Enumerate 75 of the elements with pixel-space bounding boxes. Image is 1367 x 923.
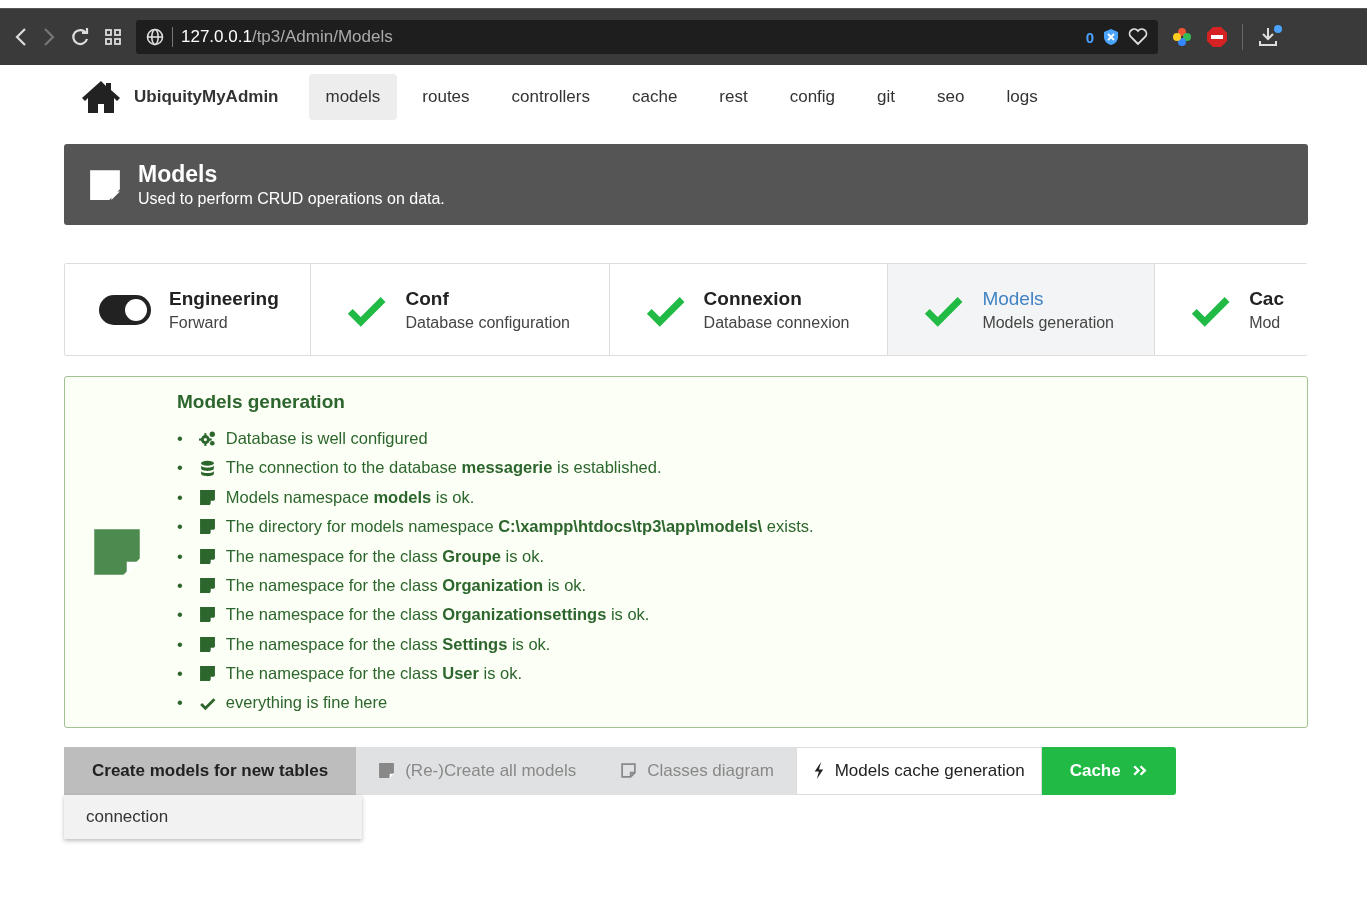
step-title: Cac bbox=[1249, 287, 1284, 310]
blocked-count: 0 bbox=[1085, 28, 1094, 46]
nav-item[interactable]: config bbox=[772, 74, 853, 120]
step[interactable]: Models Models generation bbox=[888, 264, 1156, 355]
step-description: Database connexion bbox=[703, 313, 850, 332]
step-description: Database configuration bbox=[405, 313, 570, 332]
note-icon bbox=[198, 577, 216, 595]
bullet: • bbox=[177, 663, 183, 685]
note-icon bbox=[198, 518, 216, 536]
database-icon bbox=[198, 459, 216, 477]
bullet: • bbox=[177, 457, 183, 479]
note-icon bbox=[198, 635, 216, 653]
brand-name[interactable]: UbiquityMyAdmin bbox=[134, 87, 279, 107]
nav-item[interactable]: cache bbox=[615, 74, 695, 120]
dropdown-button[interactable]: Create models for new tables bbox=[64, 746, 357, 795]
step-description: Mod bbox=[1249, 313, 1282, 332]
nav-item[interactable]: logs bbox=[989, 74, 1055, 120]
note-icon bbox=[198, 488, 216, 506]
house-icon[interactable] bbox=[80, 79, 122, 115]
note-icon bbox=[88, 167, 122, 202]
page-subtitle: Used to perform CRUD operations on data. bbox=[138, 190, 445, 208]
color-wheel-icon[interactable] bbox=[1172, 27, 1192, 47]
nav-item[interactable]: controllers bbox=[494, 74, 607, 120]
step[interactable]: Engineering Forward bbox=[65, 264, 312, 355]
message-text: The namespace for the class Organizationsettings is ok. bbox=[225, 604, 650, 626]
action-button[interactable]: Models cache generation bbox=[795, 746, 1042, 795]
bullet: • bbox=[177, 633, 183, 655]
dropdown-item[interactable]: connection bbox=[86, 806, 340, 827]
bullet: • bbox=[177, 604, 183, 626]
step-title: Models bbox=[982, 287, 1045, 310]
nav-item[interactable]: rest bbox=[702, 74, 765, 120]
message-text: The namespace for the class Settings is ok. bbox=[225, 633, 551, 655]
message-text: Database is well configured bbox=[225, 427, 428, 449]
back-icon[interactable] bbox=[14, 27, 28, 47]
note-icon bbox=[198, 665, 216, 683]
step-title: Engineering bbox=[169, 287, 279, 310]
step-title: Conf bbox=[405, 287, 450, 310]
shield-icon[interactable] bbox=[1102, 28, 1120, 46]
note-icon bbox=[198, 547, 216, 565]
bullet: • bbox=[177, 574, 183, 596]
step-description: Models generation bbox=[982, 313, 1114, 332]
gears-icon bbox=[198, 430, 216, 448]
note-icon bbox=[620, 762, 638, 780]
step-title: Connexion bbox=[703, 287, 803, 310]
message-text: Models namespace models is ok. bbox=[225, 486, 475, 508]
bullet: • bbox=[177, 516, 183, 538]
nav-item[interactable]: seo bbox=[920, 74, 982, 120]
adblock-icon[interactable] bbox=[1206, 26, 1228, 48]
message-text: The namespace for the class User is ok. bbox=[225, 663, 523, 685]
note-icon bbox=[198, 606, 216, 624]
globe-icon bbox=[146, 28, 164, 46]
grid-icon[interactable] bbox=[104, 28, 122, 46]
bullet: • bbox=[177, 545, 183, 567]
message-text: The directory for models namespace C:\xampp\htdocs\tp3\app\models\ exists. bbox=[225, 516, 814, 538]
bolt-icon bbox=[812, 762, 825, 780]
reload-icon[interactable] bbox=[70, 27, 90, 47]
message-text: The connection to the database messagerie is established. bbox=[225, 457, 662, 479]
address-bar[interactable]: 127.0.0.1/tp3/Admin/Models 0 bbox=[136, 20, 1158, 54]
message-title: Models generation bbox=[177, 391, 346, 413]
heart-icon[interactable] bbox=[1128, 28, 1148, 46]
nav-item[interactable]: git bbox=[860, 74, 913, 120]
note-icon bbox=[378, 762, 396, 780]
url-text: 127.0.0.1/tp3/Admin/Models bbox=[172, 27, 393, 47]
toggle-switch[interactable] bbox=[99, 294, 151, 325]
page-title: Models bbox=[138, 161, 219, 188]
message-text: The namespace for the class Organization is ok. bbox=[225, 574, 587, 596]
forward-icon[interactable] bbox=[42, 27, 56, 47]
message-text: everything is fine here bbox=[225, 692, 388, 714]
message-text: The namespace for the class Groupe is ok. bbox=[225, 545, 544, 567]
nav-item[interactable]: routes bbox=[405, 74, 487, 120]
bullet: • bbox=[177, 692, 183, 714]
bullet: • bbox=[177, 427, 183, 449]
bullet: • bbox=[177, 486, 183, 508]
step-description: Forward bbox=[169, 313, 229, 332]
nav-item[interactable]: models bbox=[308, 74, 398, 120]
